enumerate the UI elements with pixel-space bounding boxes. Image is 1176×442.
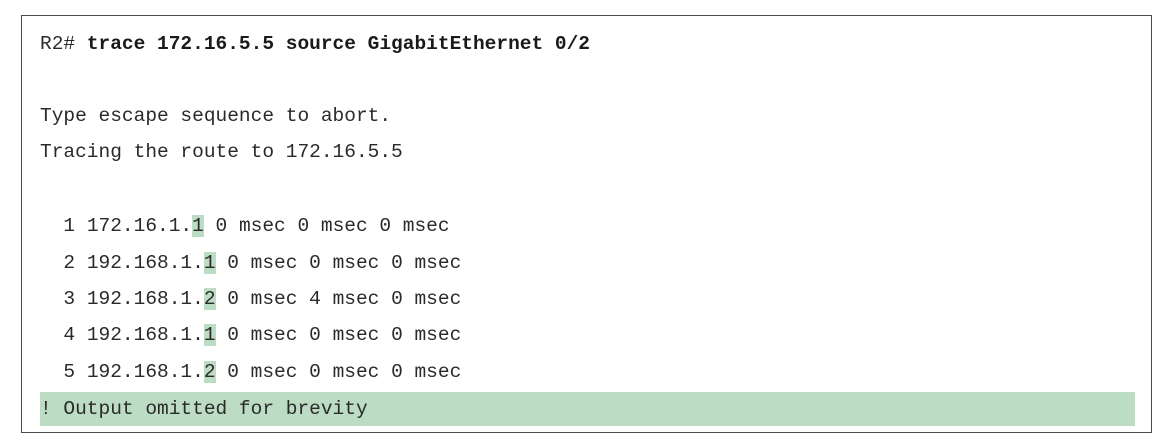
hop-row: 5 192.168.1.2 0 msec 0 msec 0 msec [40, 357, 461, 387]
hop-address-prefix: 192.168.1. [86, 324, 204, 346]
hop-address-last-octet: 2 [203, 361, 216, 383]
hop-row: 2 192.168.1.1 0 msec 0 msec 0 msec [40, 248, 461, 278]
hop-number: 2 [63, 252, 76, 274]
message-escape: Type escape sequence to abort. [40, 105, 392, 127]
hop-times: 0 msec 0 msec 0 msec [227, 361, 462, 383]
hop-number: 1 [63, 215, 76, 237]
hop-address-prefix: 172.16.1. [86, 215, 193, 237]
hop-address-prefix: 192.168.1. [86, 361, 204, 383]
hop-times: 0 msec 0 msec 0 msec [215, 215, 450, 237]
terminal-output-box: R2# trace 172.16.5.5 source GigabitEther… [21, 15, 1152, 433]
hop-row: 3 192.168.1.2 0 msec 4 msec 0 msec [40, 284, 461, 314]
hop-times: 0 msec 0 msec 0 msec [227, 252, 462, 274]
hop-address-last-octet: 2 [203, 288, 216, 310]
command-text: trace 172.16.5.5 source GigabitEthernet … [86, 33, 590, 55]
hop-number: 5 [63, 361, 76, 383]
footer-comment: ! Output omitted for brevity [40, 398, 368, 420]
hop-number: 4 [63, 324, 76, 346]
prompt: R2# [40, 33, 76, 55]
hop-address-prefix: 192.168.1. [86, 288, 204, 310]
command-line: R2# trace 172.16.5.5 source GigabitEther… [40, 29, 590, 59]
hop-address-last-octet: 1 [192, 215, 204, 237]
hop-address-last-octet: 1 [203, 324, 216, 346]
hop-address-last-octet: 1 [203, 252, 216, 274]
hop-times: 0 msec 0 msec 0 msec [227, 324, 462, 346]
hop-times: 0 msec 4 msec 0 msec [227, 288, 462, 310]
message-tracing: Tracing the route to 172.16.5.5 [40, 141, 403, 163]
hop-address-prefix: 192.168.1. [86, 252, 204, 274]
hop-row: 1 172.16.1.1 0 msec 0 msec 0 msec [40, 211, 450, 241]
hop-row: 4 192.168.1.1 0 msec 0 msec 0 msec [40, 320, 461, 350]
hop-number: 3 [63, 288, 76, 310]
